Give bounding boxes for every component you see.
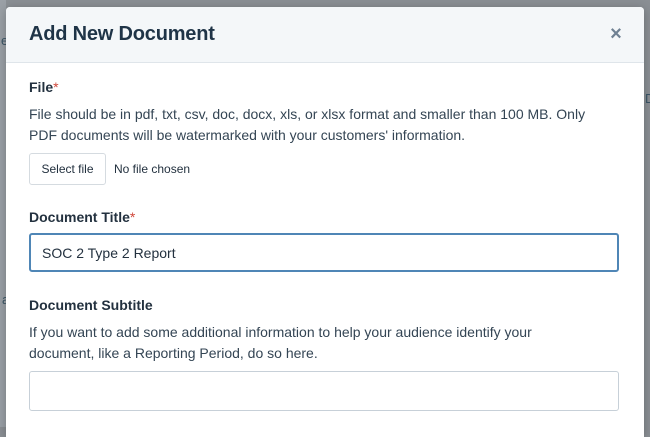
backdrop-text-fragment-right: D	[645, 91, 650, 106]
add-document-modal: Add New Document × File* File should be …	[6, 7, 644, 437]
close-icon[interactable]: ×	[608, 24, 624, 44]
select-file-button[interactable]: Select file	[29, 153, 106, 185]
file-label: File*	[29, 79, 59, 95]
file-label-text: File	[29, 79, 54, 95]
modal-title: Add New Document	[29, 23, 215, 45]
document-title-label-text: Document Title	[29, 209, 130, 225]
document-subtitle-label: Document Subtitle	[29, 297, 153, 313]
document-title-input[interactable]	[29, 233, 619, 272]
document-subtitle-input[interactable]	[29, 371, 619, 411]
document-title-label: Document Title*	[29, 209, 135, 225]
file-help-text: File should be in pdf, txt, csv, doc, do…	[29, 106, 586, 143]
subtitle-help-text: If you want to add some additional infor…	[29, 324, 532, 361]
required-mark: *	[53, 79, 59, 95]
modal-header: Add New Document ×	[6, 7, 644, 63]
file-status-text: No file chosen	[114, 162, 191, 176]
required-mark: *	[129, 209, 136, 225]
